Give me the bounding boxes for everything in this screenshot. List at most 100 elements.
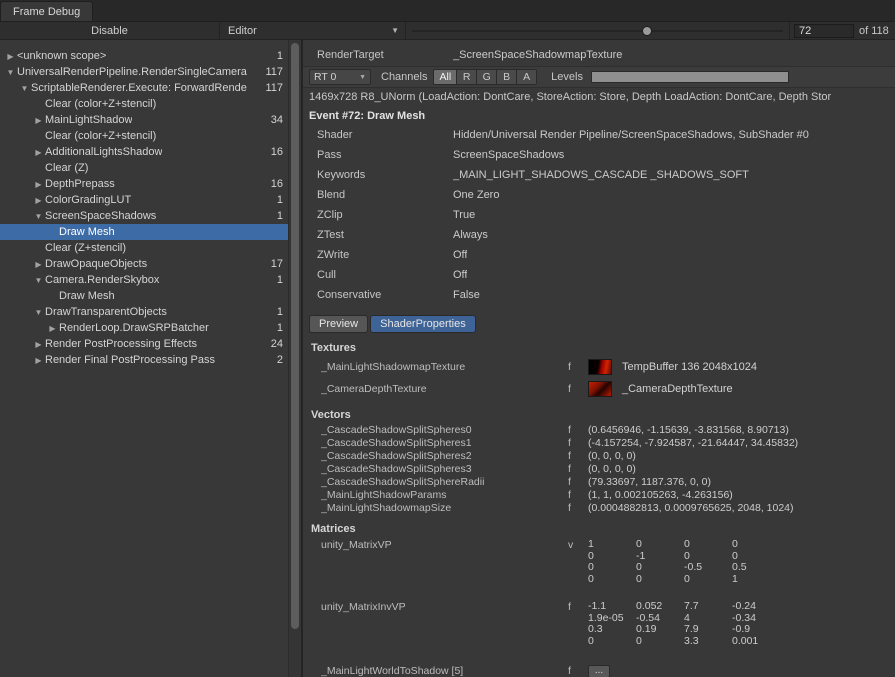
tab-button[interactable]: ShaderProperties <box>370 315 476 333</box>
tree-row-label: AdditionalLightsShadow <box>45 146 162 158</box>
tree-row-label: UniversalRenderPipeline.RenderSingleCame… <box>17 66 247 78</box>
tree-row[interactable]: DepthPrepass 16 <box>0 176 288 192</box>
texture-thumbnail[interactable] <box>588 359 612 375</box>
tree-row-label: RenderLoop.DrawSRPBatcher <box>59 322 209 334</box>
tree-row[interactable]: Clear (Z+stencil) <box>0 240 288 256</box>
expand-array-button[interactable]: ... <box>588 665 610 677</box>
channel-button[interactable]: R <box>457 69 477 85</box>
property-label: Shader <box>317 129 453 141</box>
tree-arrow-icon[interactable] <box>32 180 45 189</box>
tree-row[interactable]: UniversalRenderPipeline.RenderSingleCame… <box>0 64 288 80</box>
property-row: Shader Hidden/Universal Render Pipeline/… <box>303 125 895 145</box>
levels-slider[interactable] <box>591 71 789 83</box>
matrix-type: f <box>568 601 588 613</box>
texture-name: _MainLightShadowmapTexture <box>321 361 568 373</box>
tree-arrow-icon[interactable] <box>32 276 45 285</box>
tree-arrow-icon[interactable] <box>32 308 45 317</box>
tree-arrow-icon[interactable] <box>4 52 17 61</box>
tree-row[interactable]: AdditionalLightsShadow 16 <box>0 144 288 160</box>
matrix-row: unity_MatrixVP v 10000-10000-0.50.50001 <box>303 539 895 585</box>
tab-button[interactable]: Preview <box>309 315 368 333</box>
texture-thumbnail[interactable] <box>588 381 612 397</box>
tree-row[interactable]: Clear (color+Z+stencil) <box>0 128 288 144</box>
tree-row-label: MainLightShadow <box>45 114 132 126</box>
tree-row[interactable]: DrawTransparentObjects 1 <box>0 304 288 320</box>
tree-row[interactable]: ScreenSpaceShadows 1 <box>0 208 288 224</box>
tree-row[interactable]: Clear (color+Z+stencil) <box>0 96 288 112</box>
tree-row[interactable]: Render Final PostProcessing Pass 2 <box>0 352 288 368</box>
tree-arrow-icon[interactable] <box>32 116 45 125</box>
tree-row[interactable]: <unknown scope> 1 <box>0 48 288 64</box>
tree-row-label: Clear (color+Z+stencil) <box>45 98 156 110</box>
vector-type: f <box>568 476 588 488</box>
property-label: ZClip <box>317 209 453 221</box>
frame-number-field[interactable]: 72 <box>794 24 854 38</box>
vector-name: _MainLightShadowmapSize <box>321 502 568 514</box>
property-label: ZTest <box>317 229 453 241</box>
tree-row-label: Clear (Z+stencil) <box>45 242 126 254</box>
tree-row-label: Render Final PostProcessing Pass <box>45 354 215 366</box>
array-property-name: _MainLightWorldToShadow [5] <box>321 665 568 677</box>
vector-value: (0.0004882813, 0.0009765625, 2048, 1024) <box>588 502 794 514</box>
vector-name: _CascadeShadowSplitSphereRadii <box>321 476 568 488</box>
rt-index-value: RT 0 <box>314 71 336 83</box>
render-target-value: _ScreenSpaceShadowmapTexture <box>453 49 622 61</box>
tree-arrow-icon[interactable] <box>32 212 45 221</box>
tree-row-label: DrawOpaqueObjects <box>45 258 147 270</box>
tree-row[interactable]: Camera.RenderSkybox 1 <box>0 272 288 288</box>
tree-row[interactable]: RenderLoop.DrawSRPBatcher 1 <box>0 320 288 336</box>
tree-arrow-icon[interactable] <box>32 340 45 349</box>
vector-name: _MainLightShadowParams <box>321 489 568 501</box>
property-label: ZWrite <box>317 249 453 261</box>
disable-button[interactable]: Disable <box>0 22 220 40</box>
tree-arrow-icon[interactable] <box>32 196 45 205</box>
tree-arrow-icon[interactable] <box>32 356 45 365</box>
tree-arrow-icon[interactable] <box>32 148 45 157</box>
frame-slider[interactable] <box>406 22 790 40</box>
texture-value: TempBuffer 136 2048x1024 <box>622 361 757 373</box>
tree-arrow-icon[interactable] <box>32 260 45 269</box>
tree-arrow-icon[interactable] <box>18 84 31 93</box>
matrix-cell: 0.5 <box>732 562 780 574</box>
vector-type: f <box>568 463 588 475</box>
tree-row[interactable]: Draw Mesh <box>0 224 288 240</box>
tree-row-count: 16 <box>271 146 288 158</box>
tree-row[interactable]: Clear (Z) <box>0 160 288 176</box>
matrix-cell: -0.24 <box>732 601 780 613</box>
tree-row[interactable]: DrawOpaqueObjects 17 <box>0 256 288 272</box>
vector-row: _CascadeShadowSplitSpheres0 f (0.6456946… <box>303 423 895 436</box>
property-value: One Zero <box>453 189 499 201</box>
property-label: Blend <box>317 189 453 201</box>
target-dropdown[interactable]: Editor ▼ <box>220 22 406 40</box>
matrix-cell: 0 <box>684 574 732 586</box>
tree-arrow-icon[interactable] <box>46 324 59 333</box>
tree-row-count: 34 <box>271 114 288 126</box>
channel-button[interactable]: A <box>517 69 537 85</box>
channel-button[interactable]: B <box>497 69 517 85</box>
channel-button[interactable]: All <box>433 69 457 85</box>
rt-index-dropdown[interactable]: RT 0 ▼ <box>309 69 371 85</box>
chevron-down-icon: ▼ <box>391 26 399 35</box>
frame-slider-thumb[interactable] <box>642 26 652 36</box>
tree-arrow-icon[interactable] <box>4 68 17 77</box>
matrix-name: unity_MatrixVP <box>321 539 568 551</box>
render-target-row: RenderTarget _ScreenSpaceShadowmapTextur… <box>303 46 895 64</box>
vector-row: _CascadeShadowSplitSpheres2 f (0, 0, 0, … <box>303 449 895 462</box>
property-label: Conservative <box>317 289 453 301</box>
window-tab-frame-debug[interactable]: Frame Debug <box>0 1 93 21</box>
matrix-cell: 0 <box>684 539 732 551</box>
tree-scrollbar[interactable] <box>288 40 301 677</box>
tree-row[interactable]: MainLightShadow 34 <box>0 112 288 128</box>
property-value: ScreenSpaceShadows <box>453 149 564 161</box>
event-tree-panel: <unknown scope> 1 UniversalRenderPipelin… <box>0 40 303 677</box>
tree-row[interactable]: ScriptableRenderer.Execute: ForwardRende… <box>0 80 288 96</box>
levels-label: Levels <box>551 71 583 83</box>
tree-row[interactable]: Draw Mesh <box>0 288 288 304</box>
tree-row[interactable]: ColorGradingLUT 1 <box>0 192 288 208</box>
tree-row-count: 1 <box>277 306 288 318</box>
tree-scrollbar-thumb[interactable] <box>291 43 299 629</box>
channel-button[interactable]: G <box>477 69 497 85</box>
tree-row[interactable]: Render PostProcessing Effects 24 <box>0 336 288 352</box>
tab-button-label: Preview <box>319 318 358 330</box>
property-row: Pass ScreenSpaceShadows <box>303 145 895 165</box>
